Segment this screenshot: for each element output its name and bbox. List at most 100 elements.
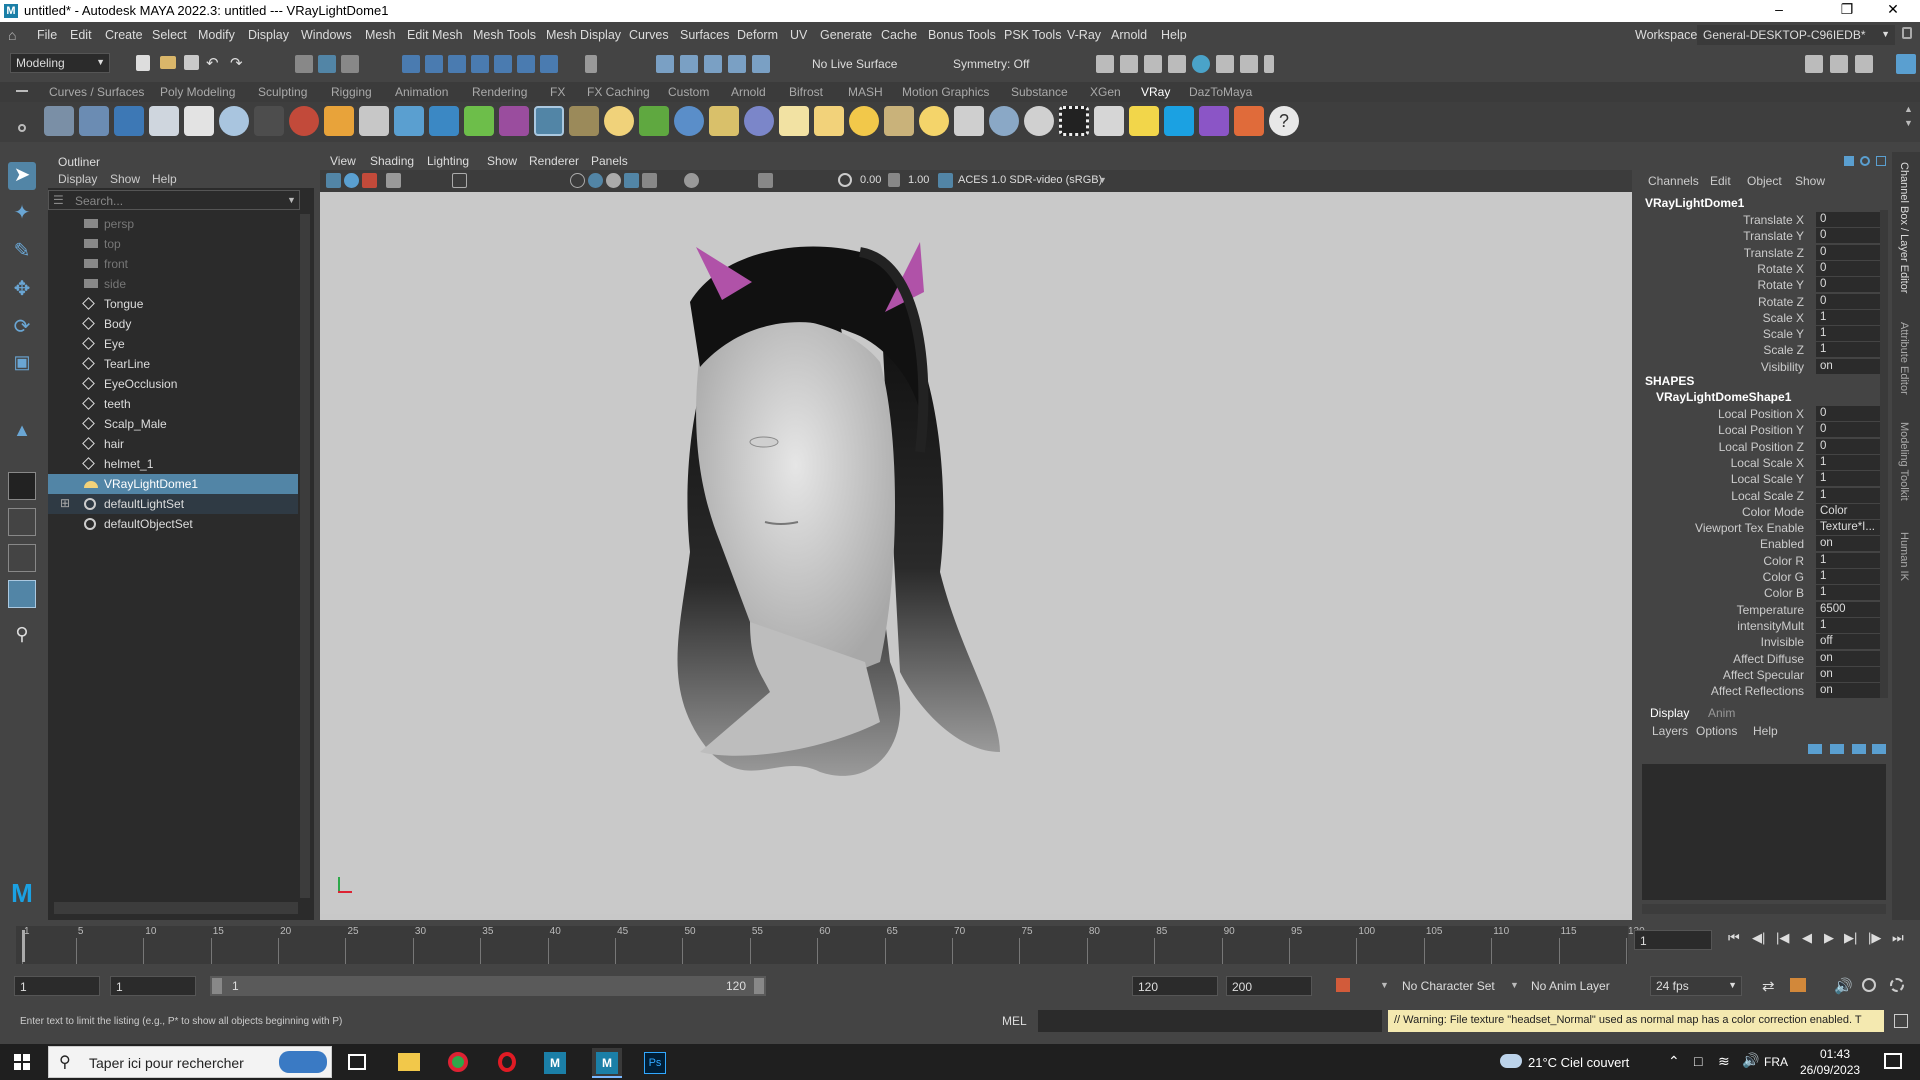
outliner-item[interactable]: top: [48, 234, 298, 254]
menuset-dropdown[interactable]: Modeling ▼: [10, 53, 110, 73]
vray-colors-icon[interactable]: [1234, 106, 1264, 136]
lock-icon[interactable]: [585, 55, 597, 73]
outliner-layout-icon[interactable]: [8, 580, 36, 608]
notifications-icon[interactable]: [1884, 1053, 1902, 1069]
menu-mesh[interactable]: Mesh: [365, 28, 396, 42]
clock-time[interactable]: 01:43: [1820, 1047, 1850, 1061]
animation-start-field[interactable]: 1: [14, 976, 100, 996]
channel-object-name[interactable]: VRayLightDome1: [1645, 196, 1744, 210]
wireframe-icon[interactable]: [570, 173, 585, 188]
outliner-item[interactable]: Eye: [48, 334, 298, 354]
vray-tag-icon[interactable]: [1129, 106, 1159, 136]
magnet-icon[interactable]: [728, 55, 746, 73]
chevron-up-icon[interactable]: ⌃: [1668, 1053, 1680, 1070]
channel-value[interactable]: 0: [1816, 277, 1880, 293]
modeling-toolkit-toggle-icon[interactable]: [1805, 55, 1823, 73]
perspective-outliner-icon[interactable]: [8, 544, 36, 572]
script-editor-icon[interactable]: [1894, 1014, 1908, 1028]
vray-volume-icon[interactable]: [464, 106, 494, 136]
auto-key-icon[interactable]: [1336, 978, 1350, 992]
new-scene-icon[interactable]: [136, 55, 150, 71]
camera-attributes-icon[interactable]: [344, 173, 359, 188]
expand-icon[interactable]: ⊞: [60, 496, 70, 510]
minimize-button[interactable]: –: [1756, 1, 1802, 17]
channel-row[interactable]: Scale Y 1: [1640, 326, 1888, 342]
menu-cache[interactable]: Cache: [881, 28, 917, 42]
channel-row[interactable]: Color G 1: [1640, 569, 1888, 585]
channel-row[interactable]: Local Scale Y 1: [1640, 471, 1888, 487]
channel-row[interactable]: Translate X 0: [1640, 212, 1888, 228]
layer-list[interactable]: [1642, 764, 1886, 900]
step-forward-key-icon[interactable]: ▶|: [1844, 930, 1857, 946]
menu-file[interactable]: File: [37, 28, 57, 42]
channel-row[interactable]: Local Scale Z 1: [1640, 487, 1888, 504]
io-icon[interactable]: [704, 55, 722, 73]
history-icon[interactable]: [656, 55, 674, 73]
mel-label[interactable]: MEL: [1002, 1014, 1027, 1028]
script-result-field[interactable]: // Warning: File texture "headset_Normal…: [1388, 1010, 1884, 1032]
layer-tab-anim[interactable]: Anim: [1708, 706, 1735, 720]
chevron-down-icon[interactable]: ▼: [1510, 980, 1519, 990]
viewport-menu-show[interactable]: Show: [487, 154, 517, 168]
channel-menu-object[interactable]: Object: [1747, 174, 1782, 188]
gamma-value[interactable]: 1.00: [908, 174, 929, 186]
vray-fur-icon[interactable]: [324, 106, 354, 136]
vray-image-icon[interactable]: [1094, 106, 1124, 136]
opera-icon[interactable]: [498, 1052, 516, 1072]
channel-name[interactable]: Rotate Y: [1758, 278, 1804, 292]
channel-value[interactable]: 1: [1816, 569, 1880, 584]
rotate-tool-icon[interactable]: ⟳: [8, 314, 36, 342]
channel-value[interactable]: 0: [1816, 212, 1880, 227]
channel-name[interactable]: Color G: [1763, 570, 1804, 584]
expand-icon[interactable]: [1876, 156, 1886, 166]
channel-value[interactable]: on: [1816, 536, 1880, 552]
shelf-tab-daztomaya[interactable]: DazToMaya: [1189, 85, 1252, 99]
menu-psk-tools[interactable]: PSK Tools: [1004, 28, 1061, 42]
animation-preferences-icon[interactable]: [1890, 978, 1904, 992]
channel-name[interactable]: Scale Y: [1763, 327, 1804, 341]
channel-value[interactable]: off: [1816, 634, 1880, 650]
shelf-tab-fx-caching[interactable]: FX Caching: [587, 85, 650, 99]
layer-tab-display[interactable]: Display: [1650, 706, 1689, 720]
shelf-tab-animation[interactable]: Animation: [395, 85, 448, 99]
smooth-shade-icon[interactable]: [588, 173, 603, 188]
range-slider-end-handle[interactable]: [754, 978, 764, 994]
textured-icon[interactable]: [606, 173, 621, 188]
channel-value[interactable]: Color: [1816, 503, 1880, 519]
channel-row[interactable]: Scale X 1: [1640, 309, 1888, 326]
vray-gear-icon[interactable]: [674, 106, 704, 136]
channel-name[interactable]: Rotate X: [1757, 262, 1804, 276]
snap-grid-icon[interactable]: [402, 55, 420, 73]
vray-half-sphere-icon[interactable]: [1024, 106, 1054, 136]
film-icon[interactable]: [1790, 978, 1806, 992]
settings-icon[interactable]: [1860, 156, 1870, 166]
shelf-scroll-down-icon[interactable]: ▼: [1904, 118, 1913, 128]
channel-menu-show[interactable]: Show: [1795, 174, 1825, 188]
channel-name[interactable]: Local Scale Y: [1731, 472, 1804, 486]
channel-value[interactable]: on: [1816, 683, 1880, 699]
maya-taskbar-icon[interactable]: M: [544, 1052, 566, 1074]
animation-end-field[interactable]: 200: [1226, 976, 1312, 996]
home-icon[interactable]: ⌂: [8, 27, 22, 43]
current-frame-field[interactable]: 1: [1634, 930, 1712, 950]
channel-name[interactable]: Affect Specular: [1723, 668, 1804, 682]
channel-row[interactable]: Local Position X 0: [1640, 406, 1888, 422]
chrome-icon[interactable]: [448, 1052, 468, 1072]
vray-grass-icon[interactable]: [639, 106, 669, 136]
channel-row[interactable]: Affect Reflections on: [1640, 683, 1888, 699]
paint-select-icon[interactable]: ✎: [8, 238, 36, 266]
viewport-menu-lighting[interactable]: Lighting: [427, 154, 469, 168]
channel-row[interactable]: Local Position Y 0: [1640, 422, 1888, 438]
menu-windows[interactable]: Windows: [301, 28, 352, 42]
outliner-item[interactable]: EyeOcclusion: [48, 374, 298, 394]
filter-icon[interactable]: ☰: [53, 193, 64, 207]
maya-active-taskbar-icon[interactable]: M: [592, 1048, 622, 1078]
shelf-tab-custom[interactable]: Custom: [668, 85, 709, 99]
outliner-item[interactable]: ⊞ defaultLightSet: [48, 494, 298, 514]
render-view-icon[interactable]: [1096, 55, 1114, 73]
vray-document-icon[interactable]: [184, 106, 214, 136]
vray-sun-icon[interactable]: [919, 106, 949, 136]
vray-render-icon[interactable]: [1216, 55, 1234, 73]
outliner-scrollbar[interactable]: [300, 214, 310, 898]
channel-name[interactable]: Scale Z: [1763, 343, 1804, 357]
